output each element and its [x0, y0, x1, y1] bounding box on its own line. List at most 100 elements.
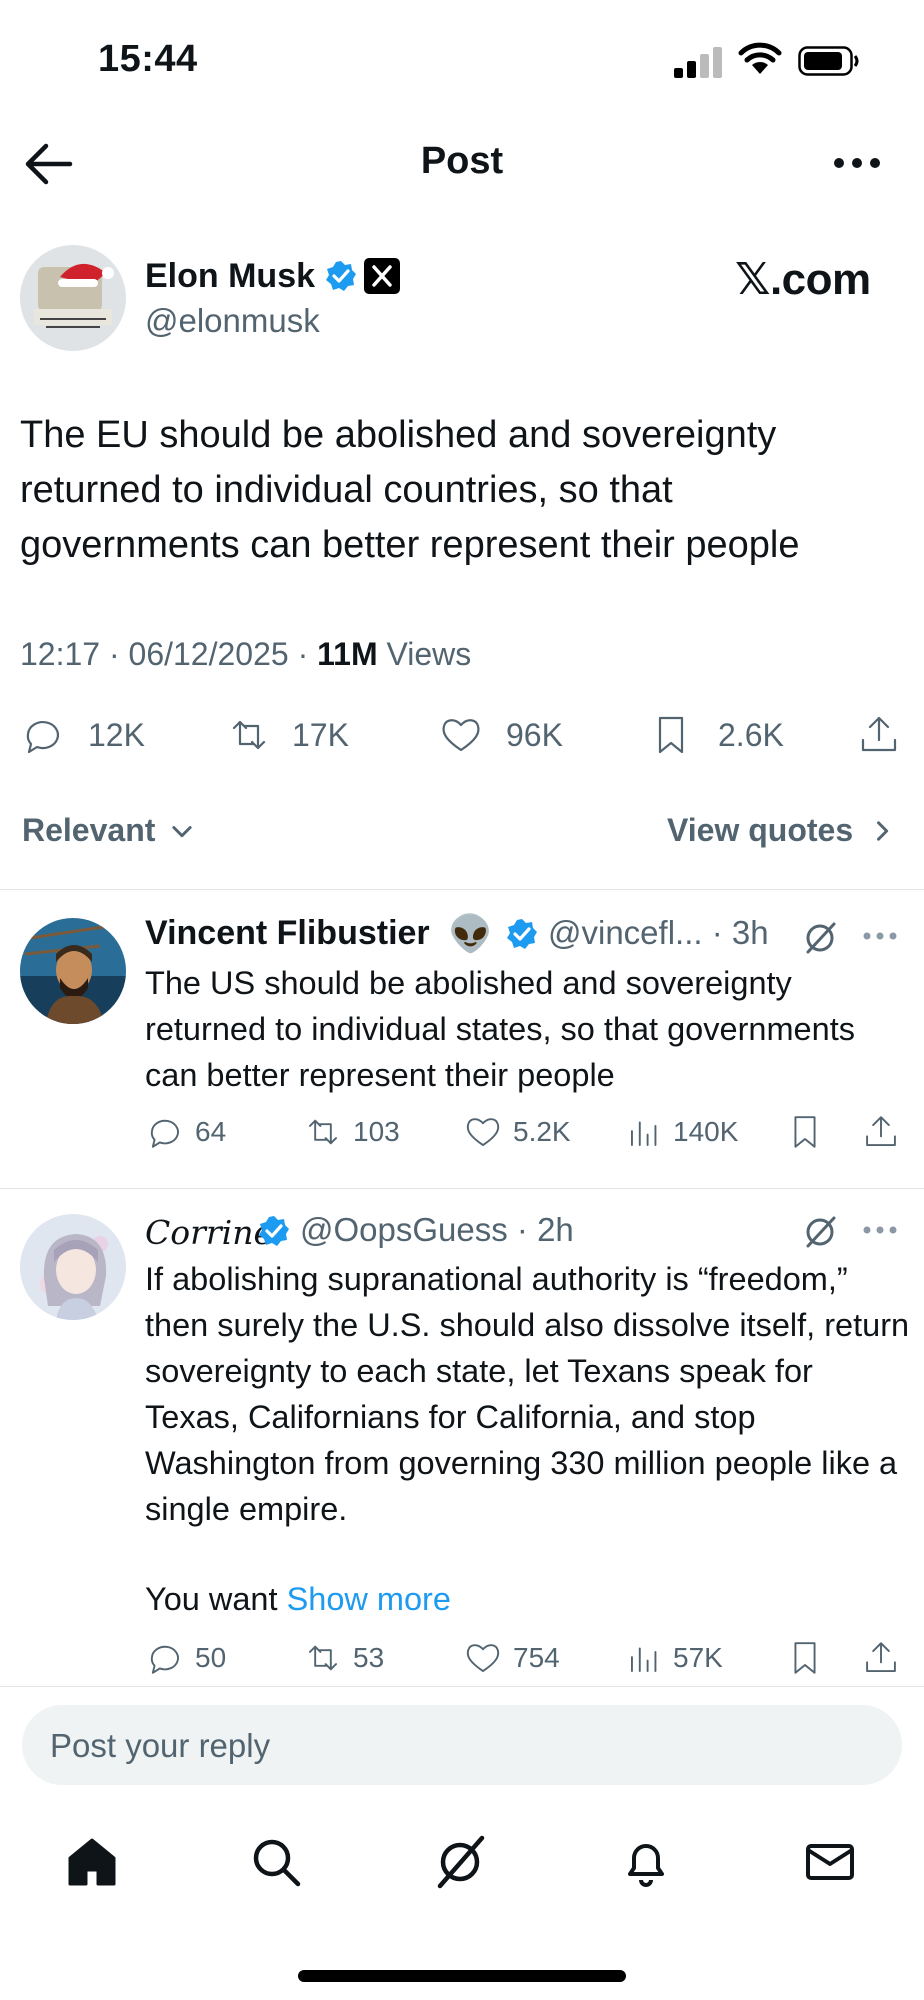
cellular-signal-icon [674, 44, 724, 78]
bookmark-icon [794, 1116, 816, 1148]
share-button[interactable] [861, 1112, 901, 1152]
more-options-icon[interactable] [862, 1222, 898, 1238]
home-icon[interactable] [62, 1832, 122, 1892]
alien-emoji: 👽 [448, 913, 493, 954]
page-title: Post [420, 140, 504, 182]
reply-count: 64 [195, 1116, 227, 1147]
chevron-right-icon [877, 821, 889, 841]
reply-avatar[interactable] [20, 1214, 126, 1320]
post-timestamp: 12:17 · 06/12/2025 · [20, 636, 318, 672]
bookmark-icon [794, 1642, 816, 1674]
share-icon [866, 1642, 896, 1672]
reply-count: 50 [195, 1642, 227, 1673]
x-affiliate-badge-icon [364, 258, 400, 294]
views-label: Views [377, 636, 472, 672]
reply-text: If abolishing supranational authority is… [145, 1261, 910, 1527]
divider [0, 1188, 924, 1189]
like-button[interactable]: 754 [463, 1638, 560, 1678]
reply-input-placeholder: Post your reply [50, 1727, 271, 1764]
bookmark-button[interactable] [785, 1112, 825, 1152]
verified-badge-icon [259, 1216, 289, 1246]
like-count: 5.2K [513, 1116, 571, 1147]
repost-button[interactable]: 17K [226, 712, 349, 758]
author-handle[interactable]: @elonmusk [145, 302, 320, 340]
heart-icon [466, 1118, 500, 1146]
views-count: 11M [317, 636, 378, 672]
verified-badge-icon [507, 919, 537, 949]
grok-icon[interactable] [800, 918, 840, 958]
view-quotes-label: View quotes [666, 812, 854, 848]
analytics-icon [631, 1121, 657, 1146]
grok-icon[interactable] [800, 1212, 840, 1252]
reply-author-name[interactable]: Corrine [145, 1213, 273, 1252]
bookmark-button[interactable] [785, 1638, 825, 1678]
views-button[interactable]: 57K [625, 1638, 723, 1678]
repost-count: 17K [292, 716, 349, 753]
views-count: 140K [673, 1116, 739, 1147]
reply-icon [150, 1645, 179, 1674]
reply-author-handle[interactable]: @vincefl... · 3h [548, 914, 769, 952]
author-name[interactable]: Elon Musk [145, 257, 315, 296]
reply-icon [26, 720, 59, 754]
repost-button[interactable]: 53 [303, 1638, 384, 1678]
like-button[interactable]: 5.2K [463, 1112, 571, 1152]
more-options-icon[interactable] [862, 928, 898, 944]
like-count: 754 [513, 1642, 560, 1673]
post-detail-screen: { "status_bar": { "time": "15:44" }, "he… [0, 0, 924, 2000]
reply-avatar[interactable] [20, 918, 126, 1024]
repost-count: 103 [353, 1116, 400, 1147]
notifications-bell-icon[interactable] [616, 1832, 676, 1892]
analytics-icon [631, 1647, 657, 1672]
author-avatar[interactable] [20, 245, 126, 351]
reply-text-continued: You want [145, 1581, 287, 1617]
search-icon[interactable] [246, 1832, 306, 1892]
reply-button[interactable]: 50 [145, 1638, 226, 1678]
reply-text-tail: You want Show more [145, 1576, 915, 1622]
views-button[interactable]: 140K [625, 1112, 738, 1152]
like-count: 96K [506, 716, 563, 753]
status-time: 15:44 [98, 38, 198, 80]
battery-icon [798, 46, 859, 76]
views-count: 57K [673, 1642, 723, 1673]
share-button[interactable] [856, 712, 902, 758]
repost-icon [309, 1119, 337, 1145]
heart-icon [442, 719, 480, 752]
view-quotes-link[interactable]: View quotes [667, 812, 896, 849]
messages-envelope-icon[interactable] [800, 1832, 860, 1892]
bookmark-count: 2.6K [718, 716, 784, 753]
bookmark-icon [658, 716, 684, 754]
share-button[interactable] [861, 1638, 901, 1678]
sort-label: Relevant [22, 812, 156, 848]
share-icon [866, 1116, 896, 1146]
show-more-link[interactable]: Show more [287, 1581, 451, 1617]
sort-dropdown[interactable]: Relevant [22, 812, 196, 849]
reply-button[interactable]: 64 [145, 1112, 226, 1152]
reply-actions: 50 53 754 57K [145, 1638, 905, 1682]
reply-actions: 64 103 5.2K 140K [145, 1112, 905, 1156]
reply-button[interactable]: 12K [20, 712, 145, 758]
chevron-down-icon [172, 826, 192, 838]
reply-author-name[interactable]: Vincent Flibustier [145, 914, 430, 953]
divider [0, 889, 924, 890]
reply-count: 12K [88, 716, 145, 753]
repost-icon [232, 720, 266, 750]
reply-icon [150, 1119, 179, 1148]
repost-icon [309, 1645, 337, 1671]
verified-badge-icon [326, 261, 356, 291]
repost-count: 53 [353, 1642, 385, 1673]
like-button[interactable]: 96K [438, 712, 563, 758]
wifi-icon [738, 42, 782, 74]
divider [0, 1686, 924, 1687]
reply-author-handle[interactable]: @OopsGuess · 2h [300, 1211, 574, 1249]
reply-text: The US should be abolished and sovereign… [145, 965, 855, 1093]
home-indicator [298, 1970, 626, 1982]
bookmark-button[interactable]: 2.6K [648, 712, 784, 758]
grok-icon[interactable] [430, 1832, 490, 1892]
heart-icon [466, 1644, 500, 1672]
post-metadata: 12:17 · 06/12/2025 · 11M Views [20, 636, 471, 673]
more-options-icon[interactable] [832, 148, 882, 178]
repost-button[interactable]: 103 [303, 1112, 400, 1152]
post-text: The EU should be abolished and sovereign… [20, 414, 800, 566]
x-com-logo: 𝕏.com [735, 255, 871, 304]
share-icon [861, 716, 897, 752]
